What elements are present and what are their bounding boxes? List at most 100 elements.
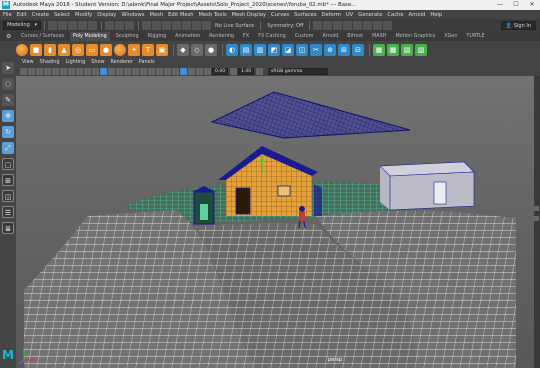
menu-mesh-display[interactable]: Mesh Display [232,12,266,18]
menu-windows[interactable]: Windows [121,12,144,18]
tab-sculpting[interactable]: Sculpting [113,32,142,41]
new-scene-icon[interactable] [48,21,57,30]
super-shape-icon[interactable]: ✦ [128,43,140,56]
tab-motion-graphics[interactable]: Motion Graphics [392,32,438,41]
bridge-icon[interactable]: ▥ [254,43,266,56]
select-hierarchy-icon[interactable] [105,21,114,30]
paint-select-tool-icon[interactable]: ✎ [2,94,14,106]
minimize-button[interactable]: — [492,0,508,10]
poly-cone-icon[interactable]: ▲ [58,43,70,56]
move-tool-icon[interactable]: ✥ [2,110,14,122]
planar-mapping-icon[interactable]: ▦ [373,43,385,56]
panel-menu-shading[interactable]: Shading [40,59,60,65]
separate-icon[interactable]: ◇ [191,43,203,56]
tab-mash[interactable]: MASH [369,32,389,41]
menu-help[interactable]: Help [430,12,442,18]
menu-deform[interactable]: Deform [322,12,341,18]
magnet-icon[interactable] [192,21,201,30]
two-panel-layout-icon[interactable]: ◫ [2,190,14,202]
tab-bifrost[interactable]: Bifrost [344,32,366,41]
field-chart-icon[interactable] [84,67,91,75]
bookmark-icon[interactable] [36,67,43,75]
wireframe-on-shaded-icon[interactable] [116,67,123,75]
lasso-tool-icon[interactable]: ◌ [2,78,14,90]
select-object-icon[interactable] [115,21,124,30]
redo-icon[interactable] [88,21,97,30]
screen-space-ao-icon[interactable] [148,67,155,75]
textured-icon[interactable] [124,67,131,75]
menu-edit-mesh[interactable]: Edit Mesh [168,12,193,18]
floating-roof-mesh[interactable] [210,91,411,139]
scale-tool-icon[interactable]: ⤢ [2,142,14,154]
menu-generate[interactable]: Generate [358,12,382,18]
tab-fx[interactable]: FX [240,32,252,41]
tab-rigging[interactable]: Rigging [145,32,170,41]
panel-menu-show[interactable]: Show [91,59,104,65]
panel-menu-lighting[interactable]: Lighting [65,59,85,65]
boolean-icon[interactable]: ◐ [226,43,238,56]
view-transform-dropdown[interactable]: sRGB gamma [268,67,328,75]
safe-action-icon[interactable] [92,67,99,75]
menu-mesh-tools[interactable]: Mesh Tools [199,12,227,18]
panel-menu-renderer[interactable]: Renderer [110,59,132,65]
attribute-editor-icon[interactable] [363,21,373,30]
color-management-icon[interactable] [256,67,263,75]
render-current-icon[interactable] [313,21,323,30]
ipr-render-icon[interactable] [323,21,333,30]
symmetry-label[interactable]: Symmetry: Off [267,23,303,29]
menu-mesh[interactable]: Mesh [149,12,163,18]
rotate-tool-icon[interactable]: ↻ [2,126,14,138]
channel-box-icon[interactable] [373,21,383,30]
anti-aliasing-icon[interactable] [164,67,171,75]
use-all-lights-icon[interactable] [132,67,139,75]
snap-grid-icon[interactable] [142,21,151,30]
panel-menu-view[interactable]: View [22,59,34,65]
select-tool-icon[interactable]: ➤ [2,62,14,74]
poly-plane-icon[interactable]: ▭ [86,43,98,56]
select-camera-icon[interactable] [20,67,27,75]
list-layout-icon[interactable]: ≣ [2,222,14,234]
menuset-dropdown[interactable]: Modeling ▾ [3,21,41,30]
grid-icon[interactable] [52,67,59,75]
connect-icon[interactable]: ⊞ [338,43,350,56]
tab-custom[interactable]: Custom [292,32,317,41]
poly-cube-icon[interactable]: ■ [30,43,42,56]
poly-sphere-icon[interactable] [16,43,28,56]
four-view-layout-icon[interactable]: ⊞ [2,174,14,186]
tab-fx-caching[interactable]: FX Caching [255,32,288,41]
close-button[interactable]: ✕ [524,0,540,10]
menu-file[interactable]: File [3,12,12,18]
smooth-shade-icon[interactable] [108,67,115,75]
xray-icon[interactable] [188,67,195,75]
xray-joints-icon[interactable] [196,67,203,75]
automatic-mapping-icon[interactable]: ▩ [387,43,399,56]
combine-icon[interactable]: ◆ [177,43,189,56]
merge-icon[interactable]: ◪ [282,43,294,56]
motion-blur-icon[interactable] [156,67,163,75]
tab-curves-surfaces[interactable]: Curves / Surfaces [18,32,67,41]
platonic-solid-icon[interactable] [114,43,126,56]
quad-draw-icon[interactable]: ⊟ [352,43,364,56]
tab-rendering[interactable]: Rendering [206,32,237,41]
menu-arnold[interactable]: Arnold [409,12,426,18]
multi-cut-icon[interactable]: ✂ [310,43,322,56]
tab-animation[interactable]: Animation [172,32,203,41]
depth-of-field-icon[interactable] [172,67,179,75]
outliner-layout-icon[interactable]: ☰ [2,206,14,218]
snap-view-icon[interactable] [172,21,181,30]
shed-mesh[interactable] [192,186,216,225]
render-view-icon[interactable] [353,21,363,30]
bevel-icon[interactable]: ◩ [268,43,280,56]
attribute-editor-toggle-icon[interactable] [534,216,539,221]
fill-hole-icon[interactable]: ◫ [296,43,308,56]
camera-attributes-icon[interactable] [28,67,35,75]
menu-curves[interactable]: Curves [271,12,289,18]
isolate-select-icon[interactable] [180,67,187,75]
exposure-icon[interactable] [204,67,211,75]
exposure-field[interactable]: 0.00 [212,67,228,75]
maximize-button[interactable]: ☐ [508,0,524,10]
gate-mask-icon[interactable] [76,67,83,75]
snap-curve-icon[interactable] [152,21,161,30]
smooth-icon[interactable]: ● [205,43,217,56]
snap-point-icon[interactable] [162,21,171,30]
